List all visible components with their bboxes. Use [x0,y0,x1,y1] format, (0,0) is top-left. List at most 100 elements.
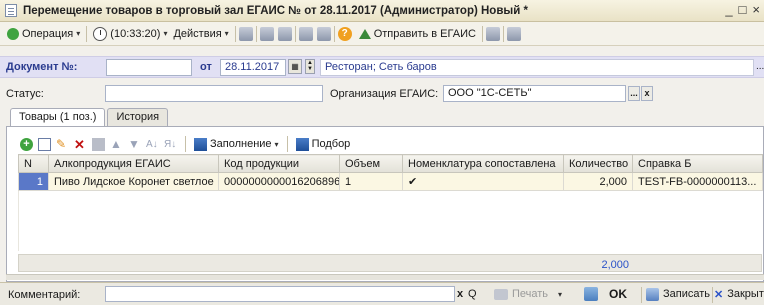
delete-row-icon[interactable]: ✕ [74,138,87,151]
save-button[interactable]: Записать [646,286,710,302]
time-label: (10:33:20) [110,27,161,40]
column-header[interactable]: N [18,154,49,173]
time-menu[interactable]: (10:33:20) ▾ [90,24,170,44]
quantity-cell[interactable]: 2,000 [563,172,633,191]
separator [502,25,504,42]
horizontal-scrollbar[interactable] [6,274,764,280]
date-field[interactable]: 28.11.2017 [220,59,286,76]
row-number[interactable]: 1 [18,172,49,191]
comment-search-button[interactable]: Q [468,288,477,300]
separator [712,287,713,303]
column-header[interactable]: Код продукции [218,154,340,173]
columns-icon[interactable] [485,26,500,41]
column-header[interactable]: Алкопродукция ЕГАИС [48,154,219,173]
comment-label: Комментарий: [8,289,81,301]
end-edit-icon[interactable] [92,137,105,151]
document-icon [5,4,17,17]
organization-clear-button[interactable]: x [641,86,653,101]
certificate-cell[interactable]: TEST-FB-0000000113... [632,172,763,191]
volume-cell[interactable]: 1 [339,172,403,191]
tab-history[interactable]: История [107,108,169,126]
calendar-icon[interactable]: ▦ [288,59,302,74]
pick-button[interactable]: Подбор [295,134,351,154]
document-number-field[interactable] [106,59,192,76]
column-header[interactable]: Количество [563,154,633,173]
separator [255,25,257,42]
status-label: Статус: [6,88,44,100]
ok-button[interactable]: OK [609,286,627,302]
add-row-icon[interactable]: + [20,137,33,151]
clock-icon [93,26,108,41]
chevron-down-icon: ▾ [224,29,229,38]
separator [481,25,483,42]
table-header-row: N Алкопродукция ЕГАИС Код продукции Объе… [18,154,763,173]
close-button[interactable]: ✕ Закрыть [714,286,764,302]
print-label: Печать [512,288,549,300]
structure-icon[interactable] [238,26,253,41]
fill-menu[interactable]: Заполнение ▾ [194,134,279,154]
minimize-button[interactable]: _ [725,2,732,17]
main-toolbar: Операция ▾ (10:33:20) ▾ Действия ▾ ? Отп… [0,22,764,46]
chevron-down-icon: ▾ [163,29,168,38]
column-header[interactable]: Справка Б [632,154,763,173]
checkbox-post-icon[interactable] [584,287,598,301]
comment-clear-button[interactable]: x [457,288,463,300]
refresh-icon[interactable] [277,26,292,41]
column-header[interactable]: Номенклатура сопоставлена [402,154,564,173]
post-document-icon[interactable] [298,26,313,41]
operation-menu[interactable]: Операция ▾ [4,24,83,44]
product-cell[interactable]: Пиво Лидское Коронет светлое [48,172,219,191]
chevron-down-icon: ▾ [76,29,81,38]
goods-table: N Алкопродукция ЕГАИС Код продукции Объе… [18,154,763,251]
date-label: от [200,61,212,73]
close-window-button[interactable]: × [752,2,760,17]
separator [86,25,88,42]
sort-desc-icon[interactable]: Я↓ [164,138,177,151]
code-cell[interactable]: 0000000000016206896 [218,172,340,191]
organization-select-button[interactable]: ... [628,86,640,101]
print-menu[interactable]: Печать ▾ [494,286,562,302]
move-up-icon[interactable]: ▲ [110,137,123,151]
column-header[interactable]: Объем [339,154,403,173]
window-title: Перемещение товаров в торговый зал ЕГАИС… [23,4,528,17]
separator [234,25,236,42]
organization-field[interactable]: ООО "1С-СЕТЬ" [443,85,626,102]
sort-asc-icon[interactable]: A↓ [146,138,159,151]
quantity-total: 2,000 [601,259,629,271]
fill-icon [194,137,207,151]
save-icon [646,287,659,301]
printer-icon [494,288,508,300]
send-label: Отправить в ЕГАИС [373,27,476,40]
send-to-egais-button[interactable]: Отправить в ЕГАИС [356,24,479,44]
tab-goods[interactable]: Товары (1 поз.) [10,108,106,127]
document-number-label: Документ №: [6,61,78,73]
movements-icon[interactable] [259,26,274,41]
title-bar: Перемещение товаров в торговый зал ЕГАИС… [0,0,764,22]
unpost-document-icon[interactable] [316,26,331,41]
warehouse-field[interactable]: Ресторан; Сеть баров [320,59,754,76]
actions-label: Действия [173,27,222,40]
move-down-icon[interactable]: ▼ [128,137,141,151]
empty-row [18,210,763,231]
help-icon[interactable]: ? [337,26,352,41]
edit-row-icon[interactable]: ✎ [56,137,69,151]
operation-icon [7,27,19,40]
pick-label: Подбор [311,138,351,150]
comment-field[interactable] [105,286,455,302]
fill-label: Заполнение [210,138,272,150]
maximize-button[interactable]: □ [739,2,747,17]
table-toolbar: + ✎ ✕ ▲ ▼ A↓ Я↓ Заполнение ▾ Подбор [20,134,350,154]
status-field[interactable] [105,85,323,102]
empty-row [18,190,763,211]
organization-label: Организация ЕГАИС: [330,88,439,100]
date-spinner[interactable]: ▲ ▼ [305,59,315,74]
matched-cell[interactable]: ✔ [402,172,564,191]
upload-icon [358,28,371,39]
copy-row-icon[interactable] [38,137,51,151]
table-row[interactable]: 1 Пиво Лидское Коронет светлое 000000000… [18,172,763,191]
pick-icon [295,137,309,151]
warehouse-select-button[interactable]: ... [756,61,764,72]
list-icon[interactable] [506,26,521,41]
actions-menu[interactable]: Действия ▾ [170,24,231,44]
window-controls: _ □ × [725,2,760,17]
